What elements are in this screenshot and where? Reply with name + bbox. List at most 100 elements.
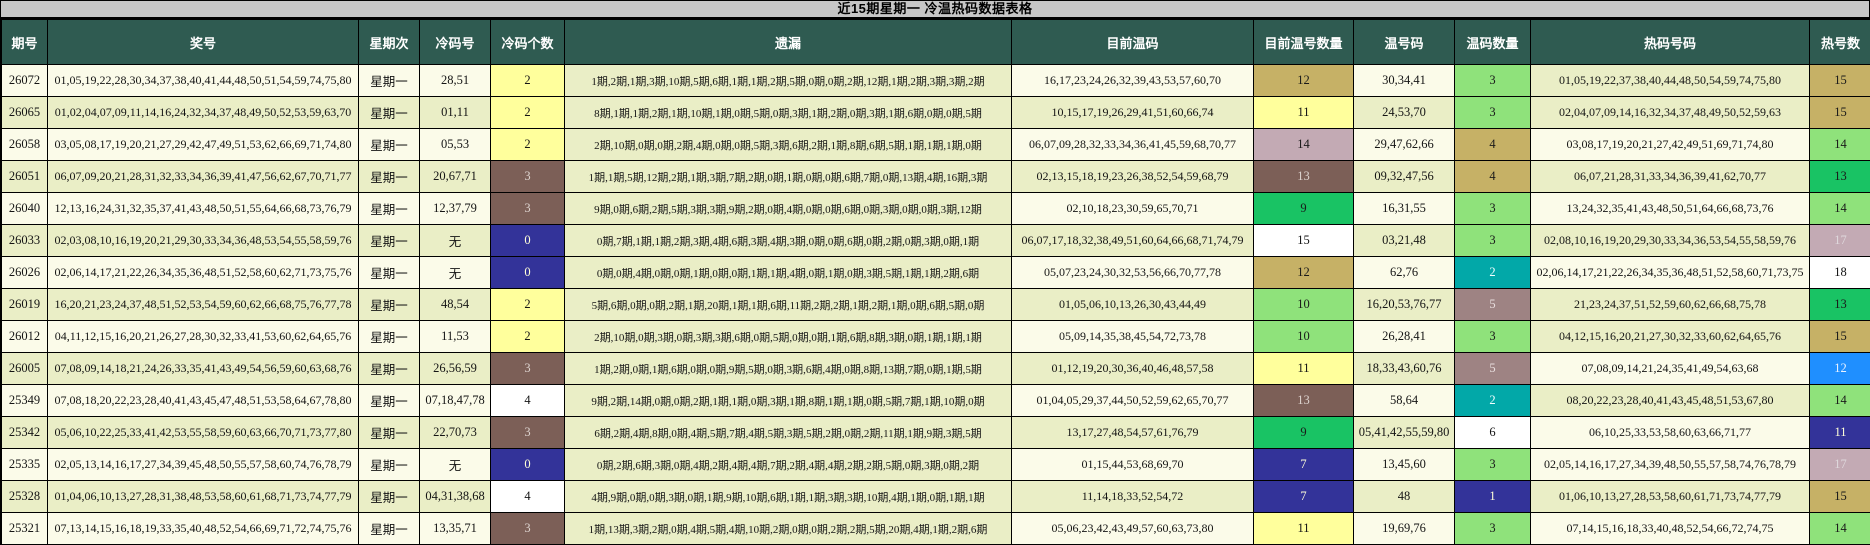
- cell-hot_nums: 07,08,09,14,21,24,35,41,49,54,63,68: [1531, 353, 1810, 385]
- cell-warm_count: 3: [1455, 449, 1531, 481]
- cell-hot_count: 15: [1810, 65, 1870, 97]
- cell-period: 25335: [2, 449, 48, 481]
- cell-weekday: 星期一: [359, 193, 420, 225]
- cell-warm_current_count: 9: [1254, 193, 1354, 225]
- table-row: 2534205,06,10,22,25,33,41,42,53,55,58,59…: [2, 417, 1870, 449]
- cell-winning: 12,13,16,24,31,32,35,37,41,43,48,50,51,5…: [48, 193, 359, 225]
- cell-warm_count: 2: [1455, 257, 1531, 289]
- col-header-warm_nums: 温号码: [1354, 20, 1455, 65]
- cell-warm_current: 06,07,09,28,32,33,34,36,41,45,59,68,70,7…: [1012, 129, 1254, 161]
- cell-cold_count: 2: [491, 129, 565, 161]
- cell-hot_nums: 06,10,25,33,53,58,60,63,66,71,77: [1531, 417, 1810, 449]
- cell-warm_nums: 24,53,70: [1354, 97, 1455, 129]
- cell-cold_nums: 11,53: [420, 321, 491, 353]
- table-row: 2604012,13,16,24,31,32,35,37,41,43,48,50…: [2, 193, 1870, 225]
- cell-hot_nums: 02,04,07,09,14,16,32,34,37,48,49,50,52,5…: [1531, 97, 1810, 129]
- cell-warm_count: 6: [1455, 417, 1531, 449]
- cell-omission: 0期,2期,6期,3期,0期,4期,2期,4期,4期,7期,2期,4期,4期,2…: [565, 449, 1012, 481]
- cell-hot_nums: 06,07,21,28,31,33,34,36,39,41,62,70,77: [1531, 161, 1810, 193]
- cell-weekday: 星期一: [359, 129, 420, 161]
- cell-omission: 1期,2期,1期,3期,10期,5期,6期,1期,1期,2期,5期,0期,0期,…: [565, 65, 1012, 97]
- cell-period: 25342: [2, 417, 48, 449]
- col-header-omission: 遗漏: [565, 20, 1012, 65]
- cell-cold_nums: 05,53: [420, 129, 491, 161]
- cell-winning: 02,05,13,14,16,17,27,34,39,45,48,50,55,5…: [48, 449, 359, 481]
- col-header-warm_current: 目前温码: [1012, 20, 1254, 65]
- table-row: 2603302,03,08,10,16,19,20,21,29,30,33,34…: [2, 225, 1870, 257]
- cell-hot_count: 17: [1810, 225, 1870, 257]
- col-header-warm_current_count: 目前温号数量: [1254, 20, 1354, 65]
- page-title: 近15期星期一 冷温热码数据表格: [1, 1, 1869, 19]
- cell-period: 26019: [2, 289, 48, 321]
- cell-warm_current: 01,15,44,53,68,69,70: [1012, 449, 1254, 481]
- cell-cold_count: 4: [491, 481, 565, 513]
- cell-winning: 06,07,09,20,21,28,31,32,33,34,36,39,41,4…: [48, 161, 359, 193]
- cell-warm_current_count: 13: [1254, 161, 1354, 193]
- cell-hot_nums: 01,05,19,22,37,38,40,44,48,50,54,59,74,7…: [1531, 65, 1810, 97]
- cell-warm_nums: 16,20,53,76,77: [1354, 289, 1455, 321]
- cell-warm_nums: 30,34,41: [1354, 65, 1455, 97]
- cell-warm_nums: 18,33,43,60,76: [1354, 353, 1455, 385]
- cell-hot_nums: 02,08,10,16,19,20,29,30,33,34,36,53,54,5…: [1531, 225, 1810, 257]
- cell-warm_current: 05,07,23,24,30,32,53,56,66,70,77,78: [1012, 257, 1254, 289]
- cell-period: 26065: [2, 97, 48, 129]
- cell-cold_count: 3: [491, 417, 565, 449]
- cell-period: 26026: [2, 257, 48, 289]
- cell-weekday: 星期一: [359, 417, 420, 449]
- cell-period: 25328: [2, 481, 48, 513]
- cell-period: 26033: [2, 225, 48, 257]
- cell-warm_nums: 62,76: [1354, 257, 1455, 289]
- col-header-hot_count: 热号数: [1810, 20, 1870, 65]
- cell-omission: 1期,2期,0期,1期,6期,0期,0期,9期,5期,0期,3期,6期,4期,0…: [565, 353, 1012, 385]
- cell-warm_current_count: 9: [1254, 417, 1354, 449]
- cell-hot_nums: 01,06,10,13,27,28,53,58,60,61,71,73,74,7…: [1531, 481, 1810, 513]
- cell-warm_current: 01,05,06,10,13,26,30,43,44,49: [1012, 289, 1254, 321]
- cell-hot_count: 11: [1810, 417, 1870, 449]
- table-row: 2532801,04,06,10,13,27,28,31,38,48,53,58…: [2, 481, 1870, 513]
- cell-warm_count: 4: [1455, 129, 1531, 161]
- table-row: 2601916,20,21,23,24,37,48,51,52,53,54,59…: [2, 289, 1870, 321]
- cell-hot_count: 15: [1810, 321, 1870, 353]
- cell-weekday: 星期一: [359, 353, 420, 385]
- cell-warm_current: 06,07,17,18,32,38,49,51,60,64,66,68,71,7…: [1012, 225, 1254, 257]
- cell-omission: 8期,1期,1期,2期,1期,10期,1期,0期,5期,0期,3期,1期,2期,…: [565, 97, 1012, 129]
- cell-period: 25349: [2, 385, 48, 417]
- table-row: 2607201,05,19,22,28,30,34,37,38,40,41,44…: [2, 65, 1870, 97]
- cell-cold_nums: 28,51: [420, 65, 491, 97]
- cell-warm_nums: 48: [1354, 481, 1455, 513]
- cell-hot_nums: 02,06,14,17,21,22,26,34,35,36,48,51,52,5…: [1531, 257, 1810, 289]
- cell-cold_nums: 无: [420, 449, 491, 481]
- col-header-warm_count: 温码数量: [1455, 20, 1531, 65]
- cell-warm_count: 1: [1455, 481, 1531, 513]
- cell-hot_count: 12: [1810, 353, 1870, 385]
- cell-weekday: 星期一: [359, 321, 420, 353]
- cell-hot_count: 15: [1810, 481, 1870, 513]
- cell-winning: 05,06,10,22,25,33,41,42,53,55,58,59,60,6…: [48, 417, 359, 449]
- lottery-cold-warm-hot-table-page: 近15期星期一 冷温热码数据表格 期号奖号星期次冷码号冷码个数遗漏目前温码目前温…: [0, 0, 1870, 529]
- cell-cold_nums: 07,18,47,78: [420, 385, 491, 417]
- cell-weekday: 星期一: [359, 97, 420, 129]
- cell-hot_count: 17: [1810, 449, 1870, 481]
- cell-cold_count: 0: [491, 225, 565, 257]
- cell-warm_current: 16,17,23,24,26,32,39,43,53,57,60,70: [1012, 65, 1254, 97]
- table-row: 2605803,05,08,17,19,20,21,27,29,42,47,49…: [2, 129, 1870, 161]
- cell-warm_nums: 16,31,55: [1354, 193, 1455, 225]
- col-header-period: 期号: [2, 20, 48, 65]
- cell-warm_count: 3: [1455, 225, 1531, 257]
- cell-weekday: 星期一: [359, 65, 420, 97]
- cell-cold_count: 3: [491, 193, 565, 225]
- cell-cold_count: 2: [491, 97, 565, 129]
- col-header-cold_count: 冷码个数: [491, 20, 565, 65]
- cell-warm_count: 2: [1455, 385, 1531, 417]
- cell-winning: 01,05,19,22,28,30,34,37,38,40,41,44,48,5…: [48, 65, 359, 97]
- cell-period: 26072: [2, 65, 48, 97]
- cell-period: 26040: [2, 193, 48, 225]
- cell-cold_nums: 26,56,59: [420, 353, 491, 385]
- cell-hot_count: 14: [1810, 193, 1870, 225]
- cell-hot_nums: 13,24,32,35,41,43,48,50,51,64,66,68,73,7…: [1531, 193, 1810, 225]
- cell-weekday: 星期一: [359, 385, 420, 417]
- cell-hot_count: 13: [1810, 289, 1870, 321]
- cell-warm_current_count: 15: [1254, 225, 1354, 257]
- cell-warm_current_count: 11: [1254, 353, 1354, 385]
- cell-warm_count: 3: [1455, 321, 1531, 353]
